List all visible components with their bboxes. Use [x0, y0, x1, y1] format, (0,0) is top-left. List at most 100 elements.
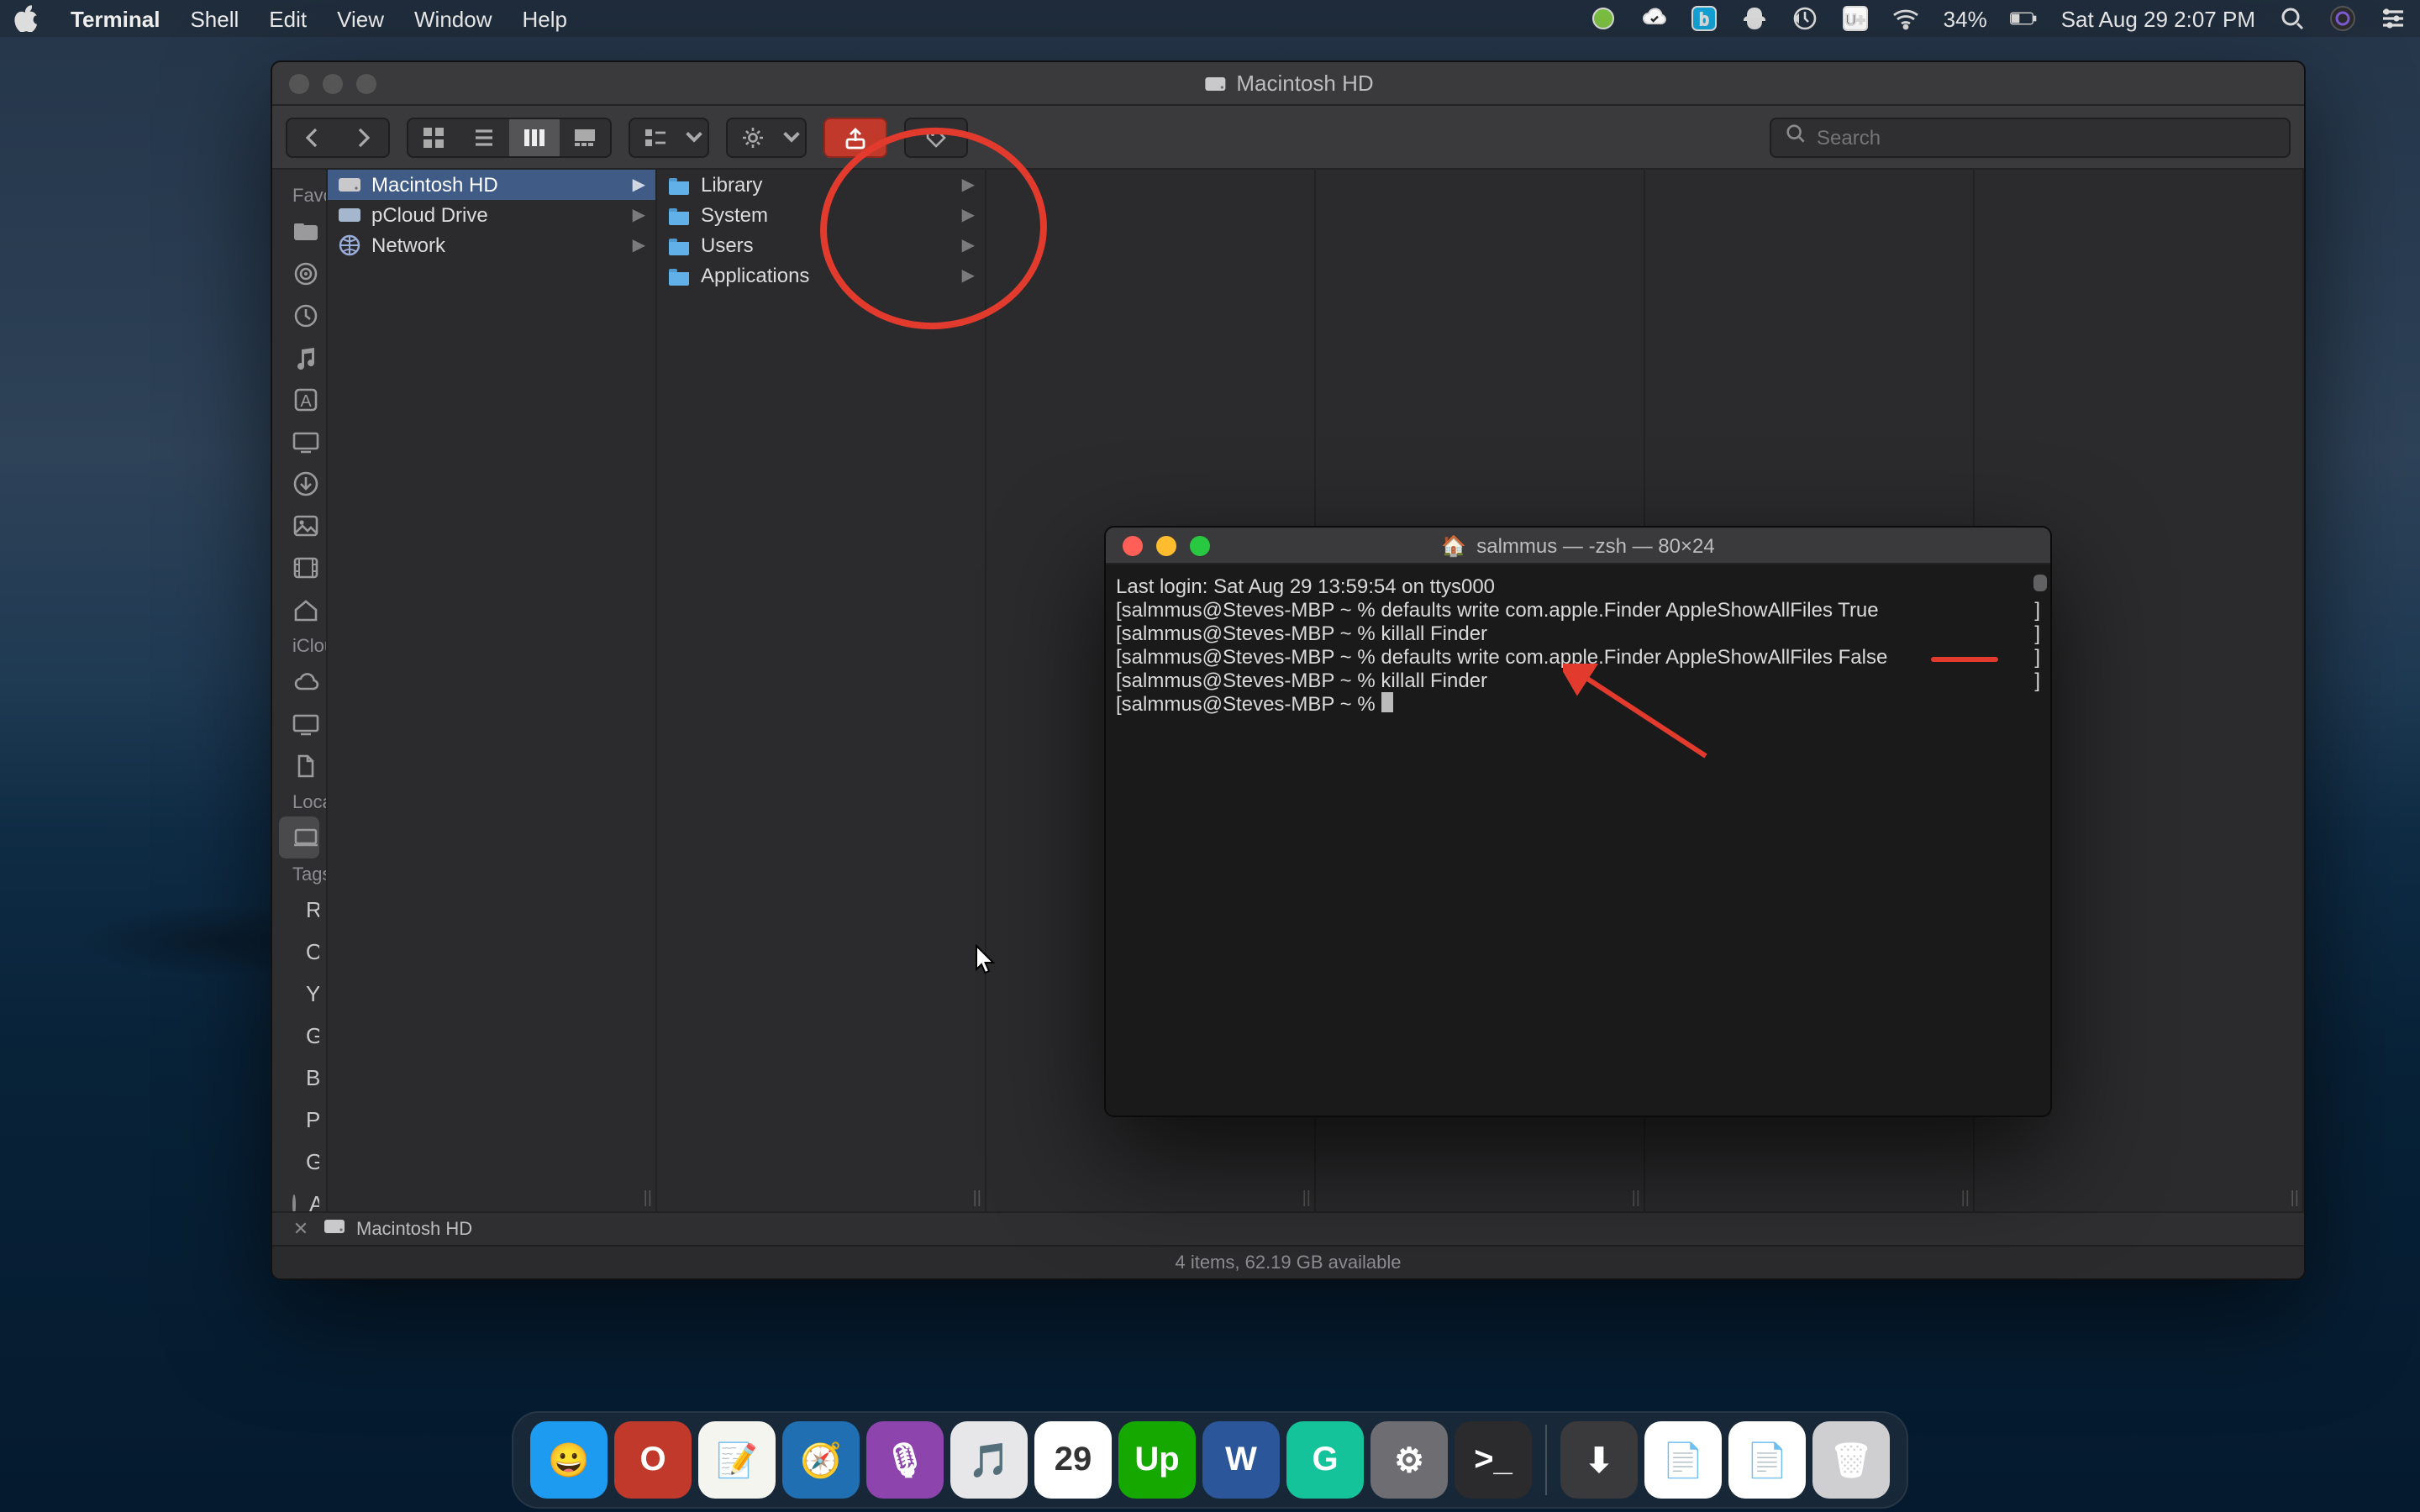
- spotlight-icon[interactable]: [2279, 5, 2306, 32]
- sidebar-tag-item[interactable]: Purple: [279, 1099, 319, 1141]
- sidebar-item[interactable]: Pictures: [279, 504, 319, 546]
- dock-app-grammarly[interactable]: G: [1286, 1421, 1364, 1499]
- action-chevron[interactable]: [778, 118, 805, 155]
- close-button[interactable]: [1123, 535, 1143, 555]
- dock-app-notes[interactable]: 📝: [698, 1421, 776, 1499]
- dock-app-doc2[interactable]: 📄: [1728, 1421, 1806, 1499]
- siri-icon[interactable]: [2329, 5, 2356, 32]
- share-button[interactable]: [823, 117, 887, 157]
- finder-column[interactable]: Macintosh HD▶pCloud Drive▶Network▶ ||: [328, 170, 657, 1211]
- nav-back-button[interactable]: [287, 118, 338, 155]
- column-resize-handle[interactable]: ||: [973, 1189, 981, 1208]
- column-item[interactable]: Network▶: [328, 230, 655, 260]
- dock-app-calendar[interactable]: 29: [1034, 1421, 1112, 1499]
- column-resize-handle[interactable]: ||: [1632, 1189, 1640, 1208]
- dock-app-music[interactable]: 🎵: [950, 1421, 1028, 1499]
- column-resize-handle[interactable]: ||: [1961, 1189, 1970, 1208]
- sidebar-item[interactable]: salmmus: [279, 588, 319, 630]
- terminal-traffic-lights[interactable]: [1106, 535, 1210, 555]
- column-item[interactable]: Users▶: [657, 230, 985, 260]
- view-icons-button[interactable]: [408, 118, 459, 155]
- dock-app-trash[interactable]: 🗑: [1812, 1421, 1890, 1499]
- status-malware-icon[interactable]: [1742, 5, 1769, 32]
- column-item[interactable]: Library▶: [657, 170, 985, 200]
- terminal-titlebar[interactable]: 🏠 salmmus — -zsh — 80×24: [1106, 528, 2050, 564]
- sidebar-item[interactable]: pCloud…⏏: [279, 210, 319, 252]
- menu-view[interactable]: View: [337, 6, 384, 31]
- sidebar-item[interactable]: Documents: [279, 744, 319, 786]
- sidebar-item[interactable]: AApplications: [279, 378, 319, 420]
- sidebar-item[interactable]: Downloads: [279, 462, 319, 504]
- view-gallery-button[interactable]: [560, 118, 610, 155]
- action-menu[interactable]: [726, 117, 807, 157]
- dock-app-word[interactable]: W: [1202, 1421, 1280, 1499]
- view-columns-button[interactable]: [509, 118, 560, 155]
- sidebar-item[interactable]: Recents: [279, 294, 319, 336]
- finder-titlebar[interactable]: Macintosh HD: [272, 62, 2304, 106]
- column-item[interactable]: pCloud Drive▶: [328, 200, 655, 230]
- column-item[interactable]: Applications▶: [657, 260, 985, 291]
- group-by-segment[interactable]: [629, 117, 709, 157]
- status-wifi-icon[interactable]: [1893, 5, 1920, 32]
- column-resize-handle[interactable]: ||: [1302, 1189, 1311, 1208]
- minimize-button[interactable]: [1156, 535, 1176, 555]
- status-app-u-icon[interactable]: U+: [1843, 5, 1870, 32]
- column-resize-handle[interactable]: ||: [2291, 1189, 2299, 1208]
- dock-app-downloads[interactable]: ⬇︎: [1560, 1421, 1638, 1499]
- control-center-icon[interactable]: [2380, 5, 2407, 32]
- sidebar-item[interactable]: Desktop: [279, 702, 319, 744]
- close-button[interactable]: [289, 73, 309, 93]
- sidebar-tag-item[interactable]: Orange: [279, 931, 319, 973]
- minimize-button[interactable]: [323, 73, 343, 93]
- dock-app-terminal[interactable]: >_: [1455, 1421, 1532, 1499]
- sidebar-tag-item[interactable]: All Tags…: [279, 1183, 319, 1211]
- dock-app-upwork[interactable]: Up: [1118, 1421, 1196, 1499]
- menu-edit[interactable]: Edit: [269, 6, 307, 31]
- tags-button[interactable]: [904, 117, 968, 157]
- scrollbar-thumb[interactable]: [2033, 575, 2047, 591]
- status-green-dot-icon[interactable]: [1591, 5, 1618, 32]
- gear-icon[interactable]: [728, 118, 778, 155]
- apple-menu-icon[interactable]: [13, 5, 40, 32]
- column-resize-handle[interactable]: ||: [644, 1189, 652, 1208]
- dock-app-safari[interactable]: 🧭: [782, 1421, 860, 1499]
- path-segment[interactable]: Macintosh HD: [356, 1219, 472, 1239]
- status-cloud-check-icon[interactable]: [1641, 5, 1668, 32]
- sidebar-tag-item[interactable]: Yellow: [279, 973, 319, 1015]
- menu-window[interactable]: Window: [414, 6, 492, 31]
- sidebar-tag-item[interactable]: Green: [279, 1015, 319, 1057]
- view-list-button[interactable]: [459, 118, 509, 155]
- sidebar-item[interactable]: iCloud Drive: [279, 660, 319, 702]
- search-input[interactable]: [1817, 125, 2275, 149]
- group-by-button[interactable]: [630, 118, 681, 155]
- menu-help[interactable]: Help: [523, 6, 568, 31]
- column-item[interactable]: System▶: [657, 200, 985, 230]
- terminal-content[interactable]: Last login: Sat Aug 29 13:59:54 on ttys0…: [1106, 564, 2050, 1116]
- dock-app-settings[interactable]: ⚙︎: [1370, 1421, 1448, 1499]
- zoom-button[interactable]: [1190, 535, 1210, 555]
- sidebar-tag-item[interactable]: Gray: [279, 1141, 319, 1183]
- finder-traffic-lights[interactable]: [272, 73, 376, 93]
- status-battery-icon[interactable]: [2011, 5, 2038, 32]
- close-pathbar-icon[interactable]: ✕: [289, 1217, 313, 1241]
- column-item[interactable]: Macintosh HD▶: [328, 170, 655, 200]
- search-field[interactable]: [1770, 117, 2291, 157]
- dock-app-finder[interactable]: 😀: [530, 1421, 608, 1499]
- group-by-chevron[interactable]: [681, 118, 708, 155]
- dock-app-doc1[interactable]: 📄: [1644, 1421, 1722, 1499]
- finder-pathbar[interactable]: ✕ Macintosh HD: [272, 1211, 2304, 1245]
- sidebar-tag-item[interactable]: Red: [279, 889, 319, 931]
- status-timemachine-icon[interactable]: [1792, 5, 1819, 32]
- menu-shell[interactable]: Shell: [190, 6, 239, 31]
- sidebar-tag-item[interactable]: Blue: [279, 1057, 319, 1099]
- sidebar-item[interactable]: Steve's Mac…: [279, 816, 319, 858]
- finder-column[interactable]: Library▶System▶Users▶Applications▶ ||: [657, 170, 986, 1211]
- zoom-button[interactable]: [356, 73, 376, 93]
- status-clock[interactable]: Sat Aug 29 2:07 PM: [2061, 6, 2255, 31]
- dock-app-podcasts[interactable]: 🎙: [866, 1421, 944, 1499]
- nav-forward-button[interactable]: [338, 118, 388, 155]
- sidebar-item[interactable]: Movies: [279, 546, 319, 588]
- sidebar-item[interactable]: AirDrop: [279, 252, 319, 294]
- sidebar-item[interactable]: Music: [279, 336, 319, 378]
- dock-app-opera[interactable]: O: [614, 1421, 692, 1499]
